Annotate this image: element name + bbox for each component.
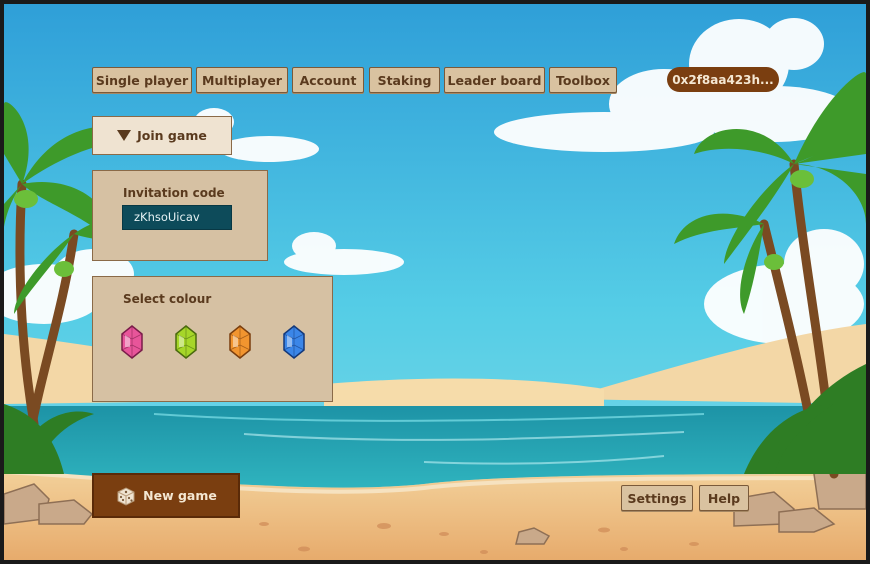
colour-panel: Select colour: [92, 276, 333, 402]
dice-icon: [117, 486, 135, 506]
settings-button[interactable]: Settings: [621, 485, 693, 511]
invitation-code-label: Invitation code: [123, 186, 225, 200]
nav-multiplayer-button[interactable]: Multiplayer: [196, 67, 288, 93]
invitation-code-input[interactable]: zKhsoUicav: [122, 205, 232, 230]
gem-blue-option[interactable]: [282, 325, 306, 359]
nav-single-player-button[interactable]: Single player: [92, 67, 192, 93]
wallet-address-button[interactable]: 0x2f8aa423h...: [667, 67, 779, 92]
select-colour-label: Select colour: [123, 292, 212, 306]
help-button[interactable]: Help: [699, 485, 749, 511]
nav-leader-board-button[interactable]: Leader board: [444, 67, 545, 93]
join-game-label: Join game: [137, 128, 207, 143]
gem-orange-option[interactable]: [228, 325, 252, 359]
game-screen: Single player Multiplayer Account Stakin…: [4, 4, 866, 560]
join-game-button[interactable]: Join game: [92, 116, 232, 155]
new-game-label: New game: [143, 488, 217, 503]
gem-pink-option[interactable]: [120, 325, 144, 359]
new-game-button[interactable]: New game: [92, 473, 240, 518]
invitation-panel: Invitation code zKhsoUicav: [92, 170, 268, 261]
nav-account-button[interactable]: Account: [292, 67, 364, 93]
nav-staking-button[interactable]: Staking: [369, 67, 440, 93]
triangle-down-icon: [117, 130, 132, 141]
nav-toolbox-button[interactable]: Toolbox: [549, 67, 617, 93]
gem-green-option[interactable]: [174, 325, 198, 359]
